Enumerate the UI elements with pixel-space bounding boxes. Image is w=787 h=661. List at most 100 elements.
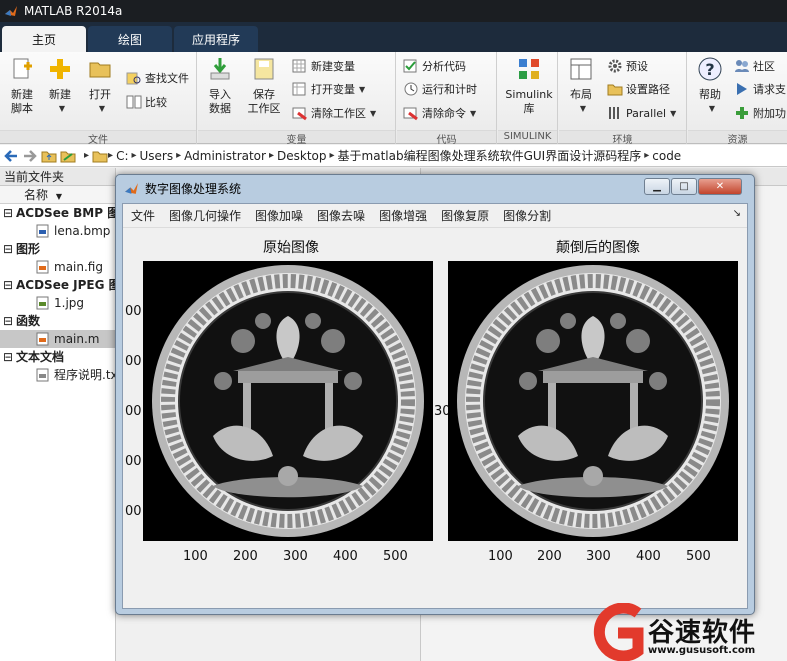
file-category[interactable]: ⊟ ACDSee JPEG 图 [0,276,115,294]
flipped-image [448,261,738,541]
layout-icon [570,58,592,80]
menu-file[interactable]: 文件 [131,207,155,224]
file-item-label: main.fig [54,260,103,274]
collapse-toggle-icon[interactable]: ⊟ [3,240,13,258]
breadcrumb-project-folder[interactable]: 基于matlab编程图像处理系统软件GUI界面设计源码程序 [338,147,642,164]
file-item[interactable]: main.fig [0,258,115,276]
file-group: 新建 脚本 新建 ▼ 打开 ▼ 查找文件 比较 文件 [0,52,197,146]
parallel-button[interactable]: Parallel ▼ [607,103,676,123]
help-button[interactable]: ? 帮助 ▼ [690,56,730,116]
request-support-button[interactable]: 请求支 [734,79,786,99]
tab-apps[interactable]: 应用程序 [174,26,258,52]
breadcrumb-users[interactable]: Users [140,149,174,163]
collapse-toggle-icon[interactable]: ⊟ [3,204,13,222]
open-button[interactable]: 打开 ▼ [80,56,120,116]
flipped-image-title: 颠倒后的图像 [556,240,640,256]
left-x-tick: 300 [283,549,308,564]
file-category[interactable]: ⊟ 函数 [0,312,115,330]
chevron-down-icon: ▼ [58,104,66,113]
forward-arrow-icon[interactable] [22,148,38,164]
collapse-toggle-icon[interactable]: ⊟ [3,276,13,294]
chevron-down-icon: ▼ [670,108,677,118]
collapse-toggle-icon[interactable]: ⊟ [3,312,13,330]
menu-geometry[interactable]: 图像几何操作 [169,207,241,224]
jpg-file-icon [36,296,49,310]
code-group: 分析代码 运行和计时 清除命令 ▼ 代码 [397,52,497,146]
browse-folder-icon[interactable] [60,148,76,164]
file-item[interactable]: lena.bmp [0,222,115,240]
file-category[interactable]: ⊟ 图形 [0,240,115,258]
menu-segment[interactable]: 图像分割 [503,207,551,224]
file-item-label: 文本文档 [16,350,65,364]
tab-home[interactable]: 主页 [2,26,86,52]
set-path-button[interactable]: 设置路径 [607,79,670,99]
import-data-button[interactable]: 导入 数据 [200,56,240,116]
collapse-toggle-icon[interactable]: ⊟ [3,348,13,366]
left-x-tick: 200 [233,549,258,564]
plot-area: 原始图像 颠倒后的图像 00 00 00 00 00 100 200 300 4… [123,229,747,608]
community-button[interactable]: 社区 [734,56,775,76]
find-files-icon [126,72,141,85]
find-files-button[interactable]: 查找文件 [126,68,189,88]
variable-group-title: 变量 [198,130,395,146]
breadcrumb-desktop[interactable]: Desktop [277,149,327,163]
back-arrow-icon[interactable] [3,148,19,164]
breadcrumb-c[interactable]: C: [116,149,128,163]
menu-denoise[interactable]: 图像去噪 [317,207,365,224]
minimize-icon: ▁ [653,181,661,192]
close-button[interactable]: ✕ [698,178,742,195]
simulink-library-button[interactable]: Simulink 库 [502,56,556,116]
analyze-code-button[interactable]: 分析代码 [403,56,466,76]
left-x-tick: 500 [383,549,408,564]
app-title-bar: MATLAB R2014a [0,0,787,22]
analyze-code-icon [403,59,417,73]
open-variable-button[interactable]: 打开变量 ▼ [292,79,365,99]
file-category[interactable]: ⊟ 文本文档 [0,348,115,366]
run-and-time-button[interactable]: 运行和计时 [403,79,477,99]
chevron-down-icon: ▼ [579,104,587,113]
open-variable-icon [292,82,306,96]
compare-button[interactable]: 比较 [126,92,167,112]
toolbar-toggle-icon[interactable]: ↘ [733,208,741,219]
breadcrumb-administrator[interactable]: Administrator [184,149,266,163]
layout-button[interactable]: 布局 ▼ [561,56,601,116]
flipped-image-graphic [457,265,729,537]
file-item[interactable]: main.m [0,330,115,348]
clear-workspace-button[interactable]: 清除工作区 ▼ [292,103,376,123]
file-category[interactable]: ⊟ ACDSee BMP 图 [0,204,115,222]
folder-open-icon [89,62,111,78]
preferences-button[interactable]: 预设 [607,56,648,76]
left-y-tick: 00 [125,504,142,519]
sort-chevron-icon: ▼ [55,192,62,201]
breadcrumb-code[interactable]: code [652,149,681,163]
menu-enhance[interactable]: 图像增强 [379,207,427,224]
addons-plus-icon [736,107,748,119]
file-item[interactable]: 1.jpg [0,294,115,312]
maximize-button[interactable]: □ [671,178,697,195]
new-script-button[interactable]: 新建 脚本 [2,56,42,116]
tab-plots[interactable]: 绘图 [88,26,172,52]
address-bar: ▸ ▸ C: ▸ Users ▸ Administrator ▸ Desktop… [0,145,787,167]
clear-commands-button[interactable]: 清除命令 ▼ [403,103,476,123]
right-x-tick: 100 [488,549,513,564]
name-column-header[interactable]: 名称 ▼ [0,186,115,204]
watermark-g-logo-icon [593,602,644,661]
save-workspace-button[interactable]: 保存 工作区 [244,56,284,116]
resources-group: ? 帮助 ▼ 社区 请求支 附加功 资源 [688,52,787,146]
file-item[interactable]: 程序说明.txt [0,366,115,384]
file-item-label: lena.bmp [54,224,111,238]
folder-icon [92,151,108,162]
clear-commands-icon [403,107,418,121]
menu-restore[interactable]: 图像复原 [441,207,489,224]
bmp-file-icon [36,224,49,238]
minimize-button[interactable]: ▁ [644,178,670,195]
menu-add-noise[interactable]: 图像加噪 [255,207,303,224]
right-x-tick: 200 [537,549,562,564]
clear-workspace-icon [292,107,307,121]
up-folder-icon[interactable] [41,148,57,164]
new-variable-button[interactable]: 新建变量 [292,56,355,76]
addons-button[interactable]: 附加功 [734,103,786,123]
file-item-label: 程序说明.txt [54,368,116,382]
new-button[interactable]: 新建 ▼ [40,56,80,116]
save-workspace-icon [254,58,274,80]
